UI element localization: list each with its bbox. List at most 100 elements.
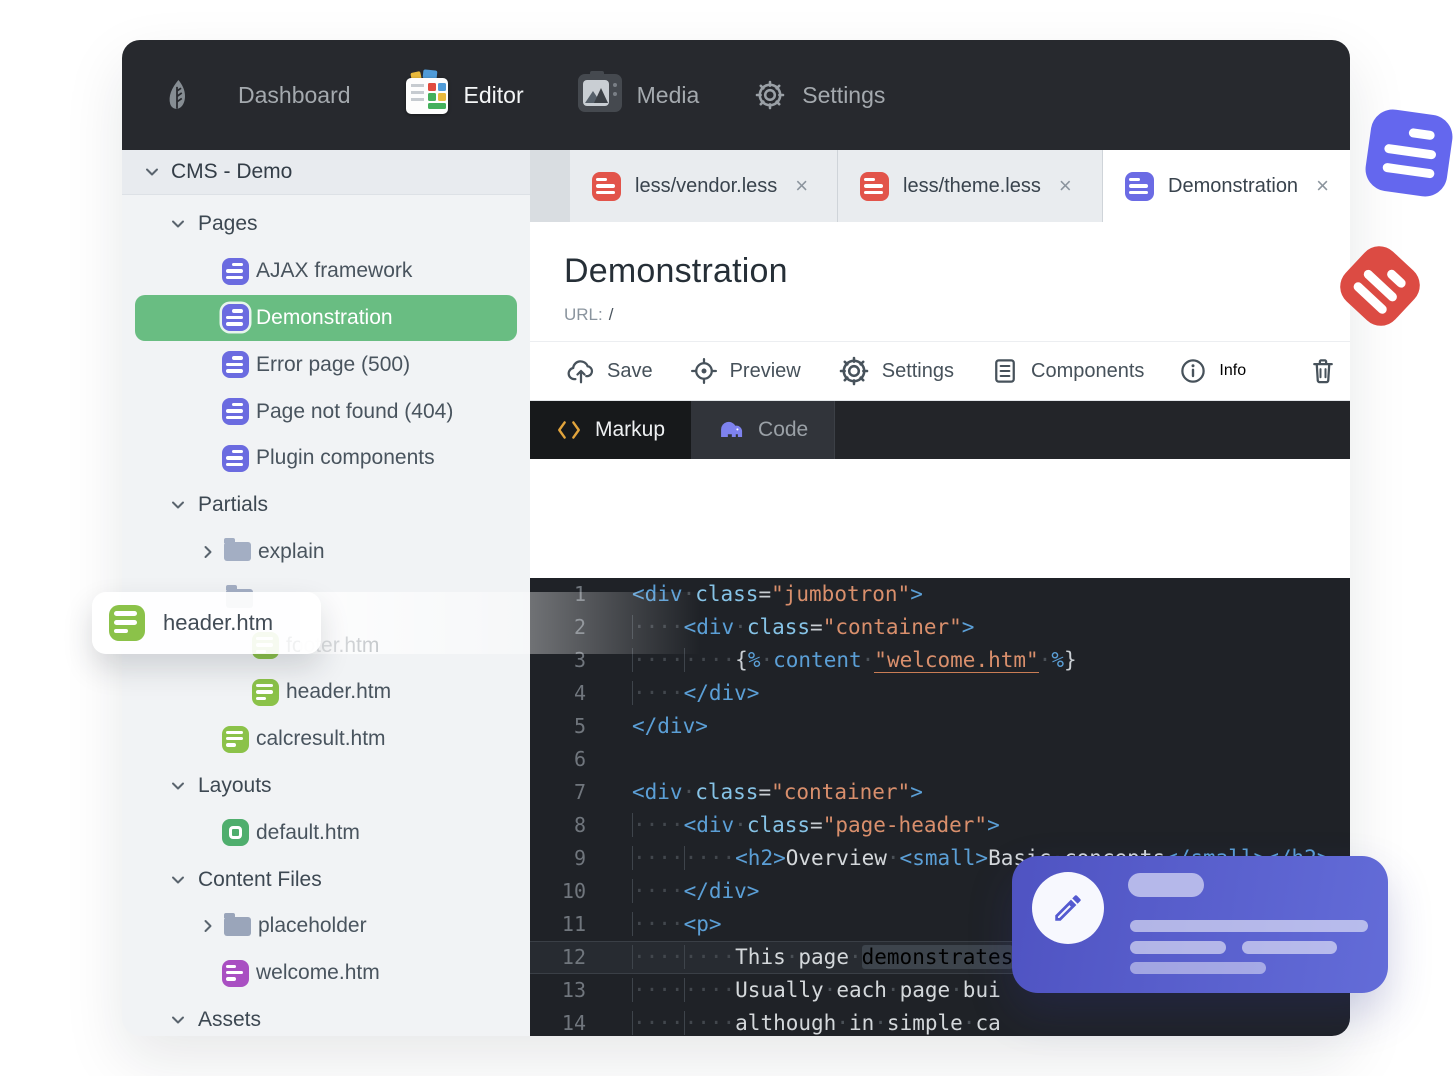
line-number: 10: [561, 879, 586, 903]
tab-label: less/vendor.less: [635, 174, 778, 197]
editor-icon: [405, 68, 449, 119]
nav-item-editor[interactable]: Editor: [405, 68, 524, 119]
code-line-4: 4 ····</div>: [530, 677, 1350, 710]
settings-button[interactable]: Settings: [837, 354, 954, 388]
partial-file-icon: [109, 605, 145, 641]
page-canvas: { "nav": { "logo_icon": "leaf-icon", "it…: [0, 0, 1454, 1076]
tree-item-default.htm[interactable]: default.htm: [122, 809, 530, 856]
close-icon[interactable]: ×: [795, 175, 808, 197]
page-file-icon: [222, 304, 249, 332]
file-icon: [860, 171, 889, 201]
nav-item-settings[interactable]: Settings: [753, 78, 885, 112]
partial-file-icon: [252, 678, 279, 706]
button-label: Save: [607, 359, 653, 382]
line-number: 4: [573, 681, 586, 705]
floating-page-badge-icon: [1362, 106, 1454, 200]
line-number: 13: [561, 978, 586, 1002]
tabstrip-spacer: [530, 150, 570, 222]
line-number: 5: [573, 714, 586, 738]
line-number: 8: [573, 813, 586, 837]
url-label: URL:: [564, 305, 603, 324]
line-number: 6: [573, 747, 586, 771]
line-number: 14: [561, 1011, 586, 1035]
section-label: Content Files: [198, 867, 322, 891]
file-icon: [592, 171, 621, 201]
tree-item-page-not-found-404-[interactable]: Page not found (404): [122, 388, 530, 435]
tree-item-header.htm[interactable]: header.htm: [122, 669, 530, 716]
item-label: Error page (500): [256, 352, 411, 376]
tree-item-plugin-components[interactable]: Plugin components: [122, 435, 530, 482]
pencil-icon: [1032, 872, 1104, 944]
line-number: 11: [561, 912, 586, 936]
nav-items: Dashboard Editor Media Settings: [238, 68, 939, 119]
button-label: Settings: [881, 359, 954, 382]
tree-section-partials[interactable]: Partials: [122, 482, 530, 529]
item-label: Page not found (404): [256, 399, 454, 423]
doc-tab-less-theme.less[interactable]: less/theme.less ×: [838, 150, 1103, 222]
tab-label: Code: [758, 418, 809, 441]
code-line-14: 14 ········although·in·simple·ca: [530, 1007, 1350, 1036]
toolbar: Save Preview Settings Components Info: [530, 341, 1350, 401]
delete-button[interactable]: [1280, 356, 1350, 386]
section-label: Assets: [198, 1007, 262, 1031]
chevron-down-icon: [168, 214, 188, 234]
trash-icon: [1308, 356, 1338, 386]
tree-section-pages[interactable]: Pages: [122, 201, 530, 248]
item-label: header.htm: [286, 680, 392, 704]
angle-brackets-icon: [556, 417, 582, 443]
tree-section-layouts[interactable]: Layouts: [122, 763, 530, 810]
page-title: Demonstration: [564, 252, 788, 290]
chevron-down-icon: [168, 1010, 188, 1030]
nav-item-dashboard[interactable]: Dashboard: [238, 82, 351, 109]
layout-file-icon: [222, 819, 249, 847]
document-tabstrip: less/vendor.less × less/theme.less × Dem…: [530, 150, 1350, 222]
doc-tab-demonstration[interactable]: Demonstration ×: [1103, 150, 1350, 222]
code-line-5: 5 </div>: [530, 710, 1350, 743]
preview-button[interactable]: Preview: [689, 356, 801, 386]
close-icon[interactable]: ×: [1316, 175, 1329, 197]
tree-item-calcresult.htm[interactable]: calcresult.htm: [122, 716, 530, 763]
php-elephant-icon: [717, 416, 745, 444]
tree-item-ajax-framework[interactable]: AJAX framework: [122, 248, 530, 295]
item-label: AJAX framework: [256, 259, 413, 283]
item-label: default.htm: [256, 820, 360, 844]
tree-item-error-page-500-[interactable]: Error page (500): [122, 341, 530, 388]
doc-tab-less-vendor.less[interactable]: less/vendor.less ×: [570, 150, 838, 222]
page-file-icon: [222, 444, 249, 472]
tree-item-explain[interactable]: explain: [122, 529, 530, 576]
item-label: explain: [258, 539, 325, 563]
editor-tab-markup[interactable]: Markup: [530, 401, 692, 459]
file-icon: [1125, 171, 1154, 201]
nav-item-media[interactable]: Media: [577, 70, 699, 117]
tree-item-placeholder[interactable]: placeholder: [122, 903, 530, 950]
components-button[interactable]: Components: [990, 356, 1144, 386]
item-label: Demonstration: [256, 305, 393, 329]
page-url: URL: /: [564, 305, 1350, 325]
close-icon[interactable]: ×: [1059, 175, 1072, 197]
workspace-header[interactable]: CMS - Demo: [122, 150, 530, 195]
section-label: Layouts: [198, 773, 272, 797]
october-leaf-logo-icon[interactable]: [162, 72, 192, 118]
info-icon: [1178, 356, 1208, 386]
info-button[interactable]: Info: [1144, 356, 1280, 386]
tree-section-content-files[interactable]: Content Files: [122, 856, 530, 903]
tree-section-assets[interactable]: Assets: [122, 997, 530, 1036]
page-file-icon: [222, 398, 249, 426]
editor-tab-code[interactable]: Code: [691, 401, 836, 459]
save-button[interactable]: Save: [566, 356, 653, 386]
tab-label: Demonstration: [1168, 174, 1299, 197]
page-file-icon: [222, 351, 249, 379]
chevron-right-icon: [198, 916, 218, 936]
code-line-6: 6: [530, 743, 1350, 776]
code-line-8: 8 ····<div·class="page-header">: [530, 809, 1350, 842]
drag-ghost-label: header.htm: [163, 610, 274, 635]
tree-item-demonstration[interactable]: Demonstration: [135, 294, 517, 342]
url-value: /: [608, 305, 614, 324]
tree-item-welcome.htm[interactable]: welcome.htm: [122, 950, 530, 997]
components-icon: [990, 356, 1020, 386]
drag-ghost-card: header.htm: [92, 592, 321, 654]
button-label: Info: [1219, 362, 1247, 379]
partial-file-icon: [222, 725, 249, 753]
chevron-down-icon: [168, 495, 188, 515]
chevron-right-icon: [198, 542, 218, 562]
